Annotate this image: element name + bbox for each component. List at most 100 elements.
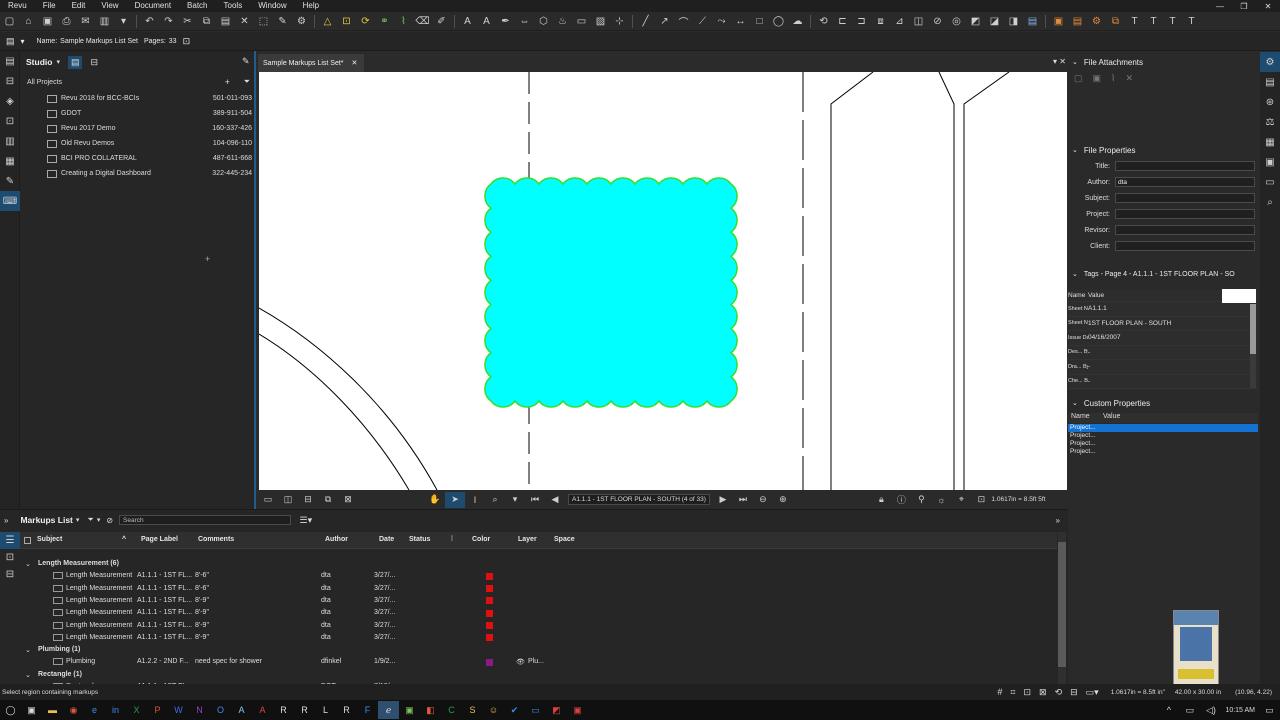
- app-icon[interactable]: ▣: [567, 701, 588, 719]
- app-icon[interactable]: ▭: [525, 701, 546, 719]
- search-icon[interactable]: ⌕: [1260, 192, 1280, 212]
- tag-row[interactable]: Sheet NuA1.1.1: [1068, 302, 1258, 317]
- custom-property-row[interactable]: Project...: [1068, 432, 1258, 440]
- grid-icon[interactable]: #: [997, 687, 1002, 697]
- close-button[interactable]: ✕: [1256, 0, 1280, 12]
- chevron-down-icon[interactable]: ▾ ✕: [1053, 57, 1066, 66]
- reuse-icon[interactable]: ⟲: [1055, 687, 1063, 698]
- app-f-icon[interactable]: F: [357, 701, 378, 719]
- close-tab-icon[interactable]: ✕: [352, 59, 358, 67]
- measure-area-icon[interactable]: ◎: [947, 13, 966, 30]
- clock[interactable]: 10:15 AM: [1225, 707, 1255, 714]
- chevron-down-icon[interactable]: ▾: [56, 58, 60, 66]
- sync-icon[interactable]: ⟲: [814, 13, 833, 30]
- highlight-icon[interactable]: A: [477, 13, 496, 30]
- chevron-down-icon[interactable]: ⌄: [25, 560, 31, 568]
- split-horizontal-icon[interactable]: ⊟: [298, 492, 318, 508]
- file-attachments-header[interactable]: ⌄ File Attachments: [1068, 54, 1260, 70]
- save-icon[interactable]: ▣: [38, 13, 57, 30]
- crop-icon[interactable]: ⊡: [337, 13, 356, 30]
- align-left-icon[interactable]: ⊏: [833, 13, 852, 30]
- project-row[interactable]: Revu 2017 Demo 160-337-426: [20, 121, 254, 136]
- excel-icon[interactable]: X: [126, 701, 147, 719]
- list-view-icon[interactable]: ☰: [0, 532, 20, 549]
- layers-icon[interactable]: ◈: [0, 91, 20, 111]
- image-icon[interactable]: ▨: [591, 13, 610, 30]
- task-view-icon[interactable]: ▣: [21, 701, 42, 719]
- table-row[interactable]: Length Measurement A1.1.1 - 1ST FL... 8'…: [20, 620, 1057, 632]
- table-row[interactable]: Length Measurement A1.1.1 - 1ST FL... 8'…: [20, 632, 1057, 644]
- menu-file[interactable]: File: [35, 0, 64, 12]
- thumbnails-icon[interactable]: ▤: [0, 51, 20, 71]
- perimeter-icon[interactable]: ◨: [1004, 13, 1023, 30]
- settings-icon[interactable]: ⚙: [292, 13, 311, 30]
- filter-icon[interactable]: ⏷: [87, 515, 93, 525]
- dropdown-icon[interactable]: ▾: [114, 13, 133, 30]
- tag-row[interactable]: Sheet Name1ST FLOOR PLAN - SOUTH: [1068, 317, 1258, 331]
- maximize-button[interactable]: ❐: [1232, 0, 1256, 12]
- snap-markup-icon[interactable]: ⊠: [1039, 687, 1047, 698]
- calibrate-icon[interactable]: ⌖: [951, 492, 971, 508]
- volume-icon[interactable]: ◁): [1200, 701, 1221, 719]
- markups-scrollbar[interactable]: [1058, 532, 1066, 684]
- signatures-icon[interactable]: ▦: [0, 151, 20, 171]
- powerpoint-icon[interactable]: P: [147, 701, 168, 719]
- stamp-icon[interactable]: ⌫: [413, 13, 432, 30]
- text-select-icon[interactable]: I: [465, 492, 485, 508]
- project-row[interactable]: Creating a Digital Dashboard 322-445-234: [20, 166, 254, 181]
- group-row[interactable]: ⌄ Rectangle (1): [20, 669, 1057, 681]
- last-page-icon[interactable]: ⏭: [733, 492, 753, 508]
- tag-row[interactable]: Issue Date04/16/2007: [1068, 331, 1258, 346]
- open-icon[interactable]: ⌂: [19, 13, 38, 30]
- menu-view[interactable]: View: [93, 0, 126, 12]
- properties-icon[interactable]: ▥: [0, 131, 20, 151]
- custom-property-row[interactable]: Project...: [1068, 440, 1258, 448]
- pan-icon[interactable]: ✋: [425, 492, 445, 508]
- layer-visibility-icon[interactable]: 👁︎: [516, 658, 525, 666]
- group-row[interactable]: ⌄ Length Measurement (6): [20, 558, 1057, 570]
- select-arrow-icon[interactable]: ➤: [445, 491, 466, 508]
- cut-icon[interactable]: ✂: [178, 13, 197, 30]
- app-icon[interactable]: ▣: [399, 701, 420, 719]
- sync-views-icon[interactable]: ⧉: [318, 492, 338, 508]
- notifications-icon[interactable]: ▭: [1259, 701, 1280, 719]
- select-all-checkbox[interactable]: [24, 537, 31, 544]
- camtasia-icon[interactable]: C: [441, 701, 462, 719]
- column-color[interactable]: Color: [472, 536, 490, 543]
- text-tool-icon[interactable]: T: [1144, 13, 1163, 30]
- value-edit-box[interactable]: [1222, 288, 1256, 303]
- select-icon[interactable]: ⬚: [254, 13, 273, 30]
- client-input[interactable]: [1115, 241, 1255, 251]
- cloud-icon[interactable]: ☁: [788, 13, 807, 30]
- tray-up-icon[interactable]: ^: [1158, 701, 1179, 719]
- onenote-icon[interactable]: N: [189, 701, 210, 719]
- callout-icon[interactable]: ⤳: [712, 13, 731, 30]
- pen-icon[interactable]: ✒: [496, 13, 515, 30]
- scale-icon[interactable]: ⚖: [1260, 112, 1280, 132]
- forward-icon[interactable]: ⊕: [773, 492, 793, 508]
- copy-icon[interactable]: ⧉: [197, 13, 216, 30]
- column-space[interactable]: Space: [554, 536, 575, 543]
- menu-edit[interactable]: Edit: [64, 0, 94, 12]
- arrow-icon[interactable]: ↗: [655, 13, 674, 30]
- outlook-icon[interactable]: O: [210, 701, 231, 719]
- properties-gear-icon[interactable]: ⚙: [1260, 52, 1280, 72]
- project-row[interactable]: Old Revu Demos 104-096-110: [20, 136, 254, 151]
- count-icon[interactable]: ◩: [966, 13, 985, 30]
- bookmarks-icon[interactable]: ⊟: [0, 71, 20, 91]
- column-settings-icon[interactable]: ⫶: [451, 536, 453, 544]
- menu-window[interactable]: Window: [250, 0, 294, 12]
- tag-row[interactable]: Che... By-: [1068, 375, 1258, 389]
- display-icon[interactable]: ▭▾: [1086, 687, 1099, 698]
- link-icon[interactable]: ⚭: [375, 13, 394, 30]
- app-l-icon[interactable]: L: [315, 701, 336, 719]
- sessions-icon[interactable]: ⊟: [90, 57, 98, 68]
- compare-icon[interactable]: ⊠: [338, 492, 358, 508]
- chevron-down-icon[interactable]: ▾: [97, 516, 101, 524]
- column-date[interactable]: Date: [379, 536, 394, 543]
- brush-icon[interactable]: ✐: [432, 13, 451, 30]
- spaces-icon[interactable]: ▦: [1260, 132, 1280, 152]
- custom-property-row[interactable]: Project...: [1068, 448, 1258, 456]
- window-cascade-icon[interactable]: ▣: [1049, 13, 1068, 30]
- group-row[interactable]: ⌄ Plumbing (1): [20, 644, 1057, 656]
